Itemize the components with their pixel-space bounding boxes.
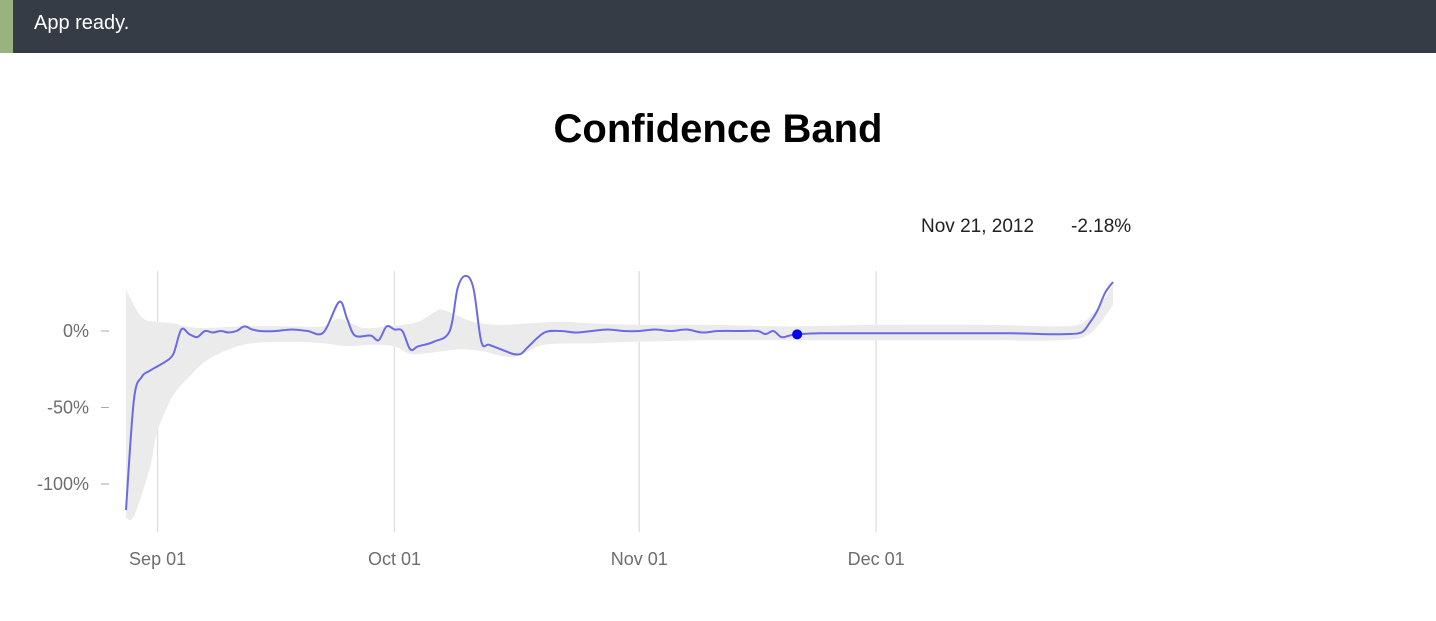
x-tick-label-0: Sep 01 (129, 549, 186, 569)
y-tick-label-1: -50% (47, 398, 89, 418)
y-tick-label-0: 0% (63, 321, 89, 341)
tooltip-value: -2.18% (1071, 216, 1131, 237)
x-tick-label-3: Dec 01 (848, 549, 905, 569)
tooltip-date: Nov 21, 2012 (921, 216, 1034, 237)
y-tick-label-2: -100% (37, 474, 89, 494)
series-line (125, 274, 1114, 511)
x-tick-label-2: Nov 01 (611, 549, 668, 569)
hover-marker[interactable] (792, 329, 803, 340)
confidence-band-chart[interactable]: 0% -50% -100% Sep 01 Oct 01 Nov 01 Dec 01 Nov… (0, 0, 1436, 621)
x-tick-label-1: Oct 01 (368, 549, 421, 569)
vertical-gridlines (156, 271, 877, 532)
x-axis: Sep 01 Oct 01 Nov 01 Dec 01 (129, 549, 905, 569)
confidence-band-area (126, 285, 1113, 521)
y-axis: 0% -50% -100% (37, 321, 109, 494)
